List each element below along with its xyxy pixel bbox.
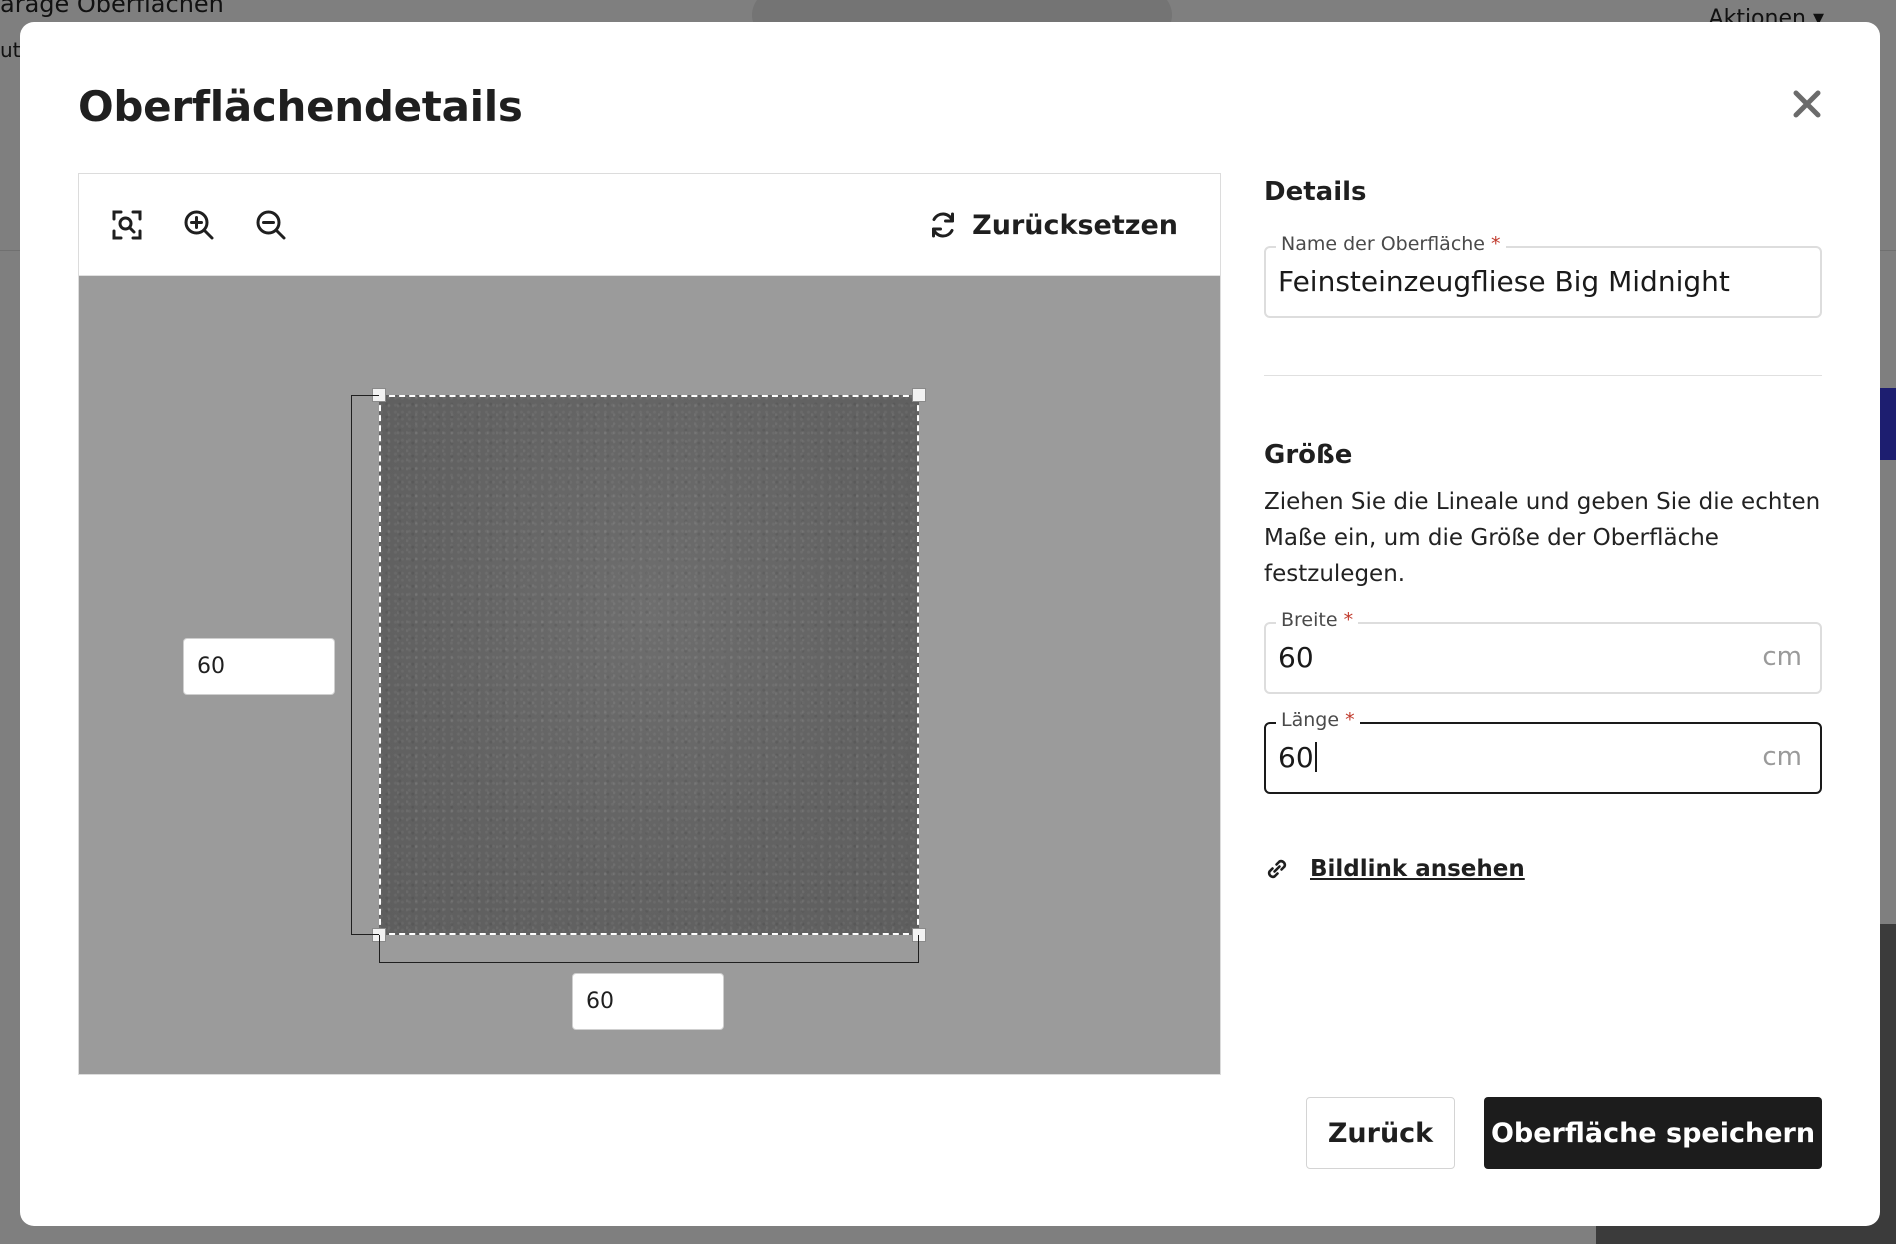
length-unit: cm	[1762, 742, 1802, 772]
surface-details-modal: Oberflächendetails Zurücksetzen 60 60 De…	[20, 22, 1880, 1226]
required-mark: *	[1345, 709, 1355, 731]
size-description: Ziehen Sie die Lineale und geben Sie die…	[1264, 489, 1821, 587]
width-field[interactable]: Breite * 60 cm	[1264, 609, 1822, 694]
required-mark: *	[1343, 609, 1354, 631]
required-mark: *	[1491, 233, 1501, 255]
surface-editor: Zurücksetzen	[78, 173, 1221, 1075]
text-caret	[1314, 742, 1317, 772]
length-field[interactable]: Länge * 60 cm	[1264, 709, 1822, 794]
zoom-in-button[interactable]	[181, 207, 217, 243]
length-label: Länge *	[1276, 709, 1360, 731]
crop-area[interactable]	[379, 395, 919, 935]
zoom-out-button[interactable]	[253, 207, 289, 243]
ruler-width-input[interactable]	[572, 973, 724, 1030]
link-icon	[1267, 859, 1287, 879]
refresh-icon	[932, 212, 955, 238]
view-image-link-label: Bildlink ansehen	[1310, 856, 1525, 882]
reset-label: Zurücksetzen	[972, 209, 1178, 241]
surface-name-label-text: Name der Oberfläche	[1281, 233, 1485, 255]
crop-handle-top-right[interactable]	[912, 388, 926, 402]
length-label-text: Länge	[1281, 709, 1340, 731]
size-heading: Größe	[1264, 440, 1353, 470]
surface-name-label: Name der Oberfläche *	[1276, 233, 1506, 255]
width-label: Breite *	[1276, 609, 1359, 631]
vertical-ruler[interactable]	[351, 395, 379, 935]
surface-name-field[interactable]: Name der Oberfläche * Feinsteinzeugflies…	[1264, 233, 1822, 318]
width-label-text: Breite	[1281, 609, 1338, 631]
reset-button[interactable]: Zurücksetzen	[928, 202, 1178, 248]
zoom-fit-icon	[112, 210, 142, 240]
zoom-in-icon	[184, 210, 214, 240]
back-button[interactable]: Zurück	[1306, 1097, 1455, 1169]
modal-title: Oberflächendetails	[78, 82, 523, 131]
zoom-out-icon	[256, 210, 286, 240]
image-canvas[interactable]	[79, 276, 1220, 1074]
zoom-fit-button[interactable]	[109, 207, 145, 243]
close-button[interactable]	[1785, 82, 1829, 126]
length-value: 60	[1278, 741, 1314, 774]
editor-toolbar: Zurücksetzen	[79, 174, 1220, 276]
width-unit: cm	[1762, 642, 1802, 672]
view-image-link[interactable]: Bildlink ansehen	[1264, 856, 1525, 882]
width-value: 60	[1278, 641, 1314, 674]
section-divider	[1264, 375, 1822, 376]
horizontal-ruler[interactable]	[379, 935, 919, 963]
close-icon	[1793, 90, 1821, 118]
save-surface-button[interactable]: Oberfläche speichern	[1484, 1097, 1822, 1169]
length-value-wrap: 60	[1278, 741, 1317, 774]
ruler-height-input[interactable]	[183, 638, 335, 695]
details-heading: Details	[1264, 177, 1367, 207]
surface-name-value: Feinsteinzeugfliese Big Midnight	[1278, 265, 1730, 298]
